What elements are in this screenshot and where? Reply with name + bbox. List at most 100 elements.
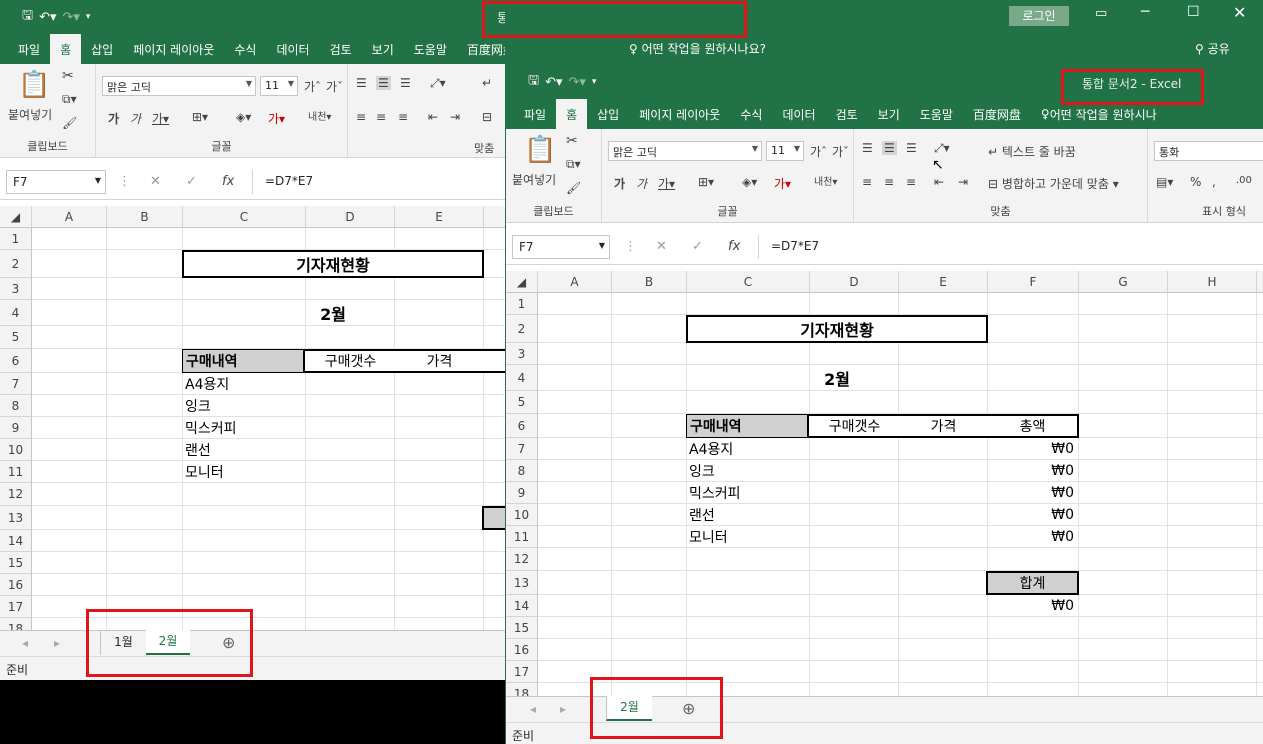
bold-icon[interactable]: 가 — [108, 110, 119, 127]
format-painter-icon[interactable]: 🖌 — [62, 116, 77, 130]
header-count[interactable]: 구매갯수 — [810, 415, 899, 437]
wrap-text-button[interactable]: ↵ 텍스트 줄 바꿈 — [988, 143, 1076, 160]
row-header[interactable]: 16 — [0, 574, 32, 596]
fill-color-icon[interactable]: ◈▾ — [236, 110, 251, 124]
col-header-g[interactable]: G — [1079, 271, 1168, 293]
item-cell[interactable]: A4용지 — [185, 373, 229, 395]
row-header[interactable]: 18 — [0, 618, 32, 630]
row-header[interactable]: 3 — [506, 343, 538, 365]
col-header-d[interactable]: D — [306, 206, 395, 228]
undo-icon[interactable]: ↶▾ — [39, 10, 56, 25]
total-cell[interactable]: ₩0 — [988, 526, 1074, 548]
total-cell[interactable]: ₩0 — [988, 504, 1074, 526]
font-color-icon[interactable]: 가▾ — [774, 175, 791, 192]
tab-view[interactable]: 보기 — [362, 34, 404, 64]
col-header-f[interactable] — [484, 206, 505, 228]
total-cell[interactable]: ₩0 — [988, 438, 1074, 460]
save-icon[interactable]: 🖫 — [528, 71, 539, 93]
select-all[interactable]: ◢ — [0, 206, 32, 228]
row-header[interactable]: 4 — [0, 300, 32, 326]
scroll-left-icon[interactable]: ◂ — [22, 636, 28, 650]
wrap-text-icon[interactable]: ↵ — [482, 76, 492, 90]
col-header-c[interactable]: C — [183, 206, 306, 228]
row-header[interactable]: 7 — [0, 373, 32, 395]
header-purchase[interactable]: 구매내역 — [687, 415, 809, 437]
sum-cell-partial[interactable] — [482, 506, 505, 530]
total-cell[interactable]: ₩0 — [988, 482, 1074, 504]
align-right-icon[interactable]: ≡ — [398, 110, 408, 124]
enter-icon[interactable]: ✓ — [186, 174, 197, 189]
align-center-icon[interactable]: ≡ — [376, 110, 386, 124]
item-cell[interactable]: 믹스커피 — [185, 417, 237, 439]
row-header[interactable]: 11 — [506, 526, 538, 548]
header-total[interactable]: 총액 — [988, 415, 1077, 437]
row-header[interactable]: 6 — [0, 349, 32, 373]
header-purchase[interactable]: 구매내역 — [183, 350, 305, 372]
align-top-icon[interactable]: ☰ — [862, 141, 873, 155]
save-icon[interactable]: 🖫 — [22, 6, 33, 28]
sum-value[interactable]: ₩0 — [988, 595, 1074, 617]
bold-icon[interactable]: 가 — [614, 175, 625, 192]
item-cell[interactable]: A4용지 — [689, 438, 733, 460]
tab-help[interactable]: 도움말 — [404, 34, 457, 64]
redo-icon[interactable]: ↷▾ — [63, 10, 80, 25]
row-header[interactable]: 12 — [506, 548, 538, 571]
maximize-icon[interactable]: ☐ — [1187, 4, 1200, 20]
fill-color-icon[interactable]: ◈▾ — [742, 175, 757, 189]
font-name-dropdown[interactable]: 맑은 고딕 ▼ — [608, 141, 762, 161]
add-sheet-icon[interactable]: ⊕ — [222, 633, 235, 652]
underline-icon[interactable]: 가▾ — [658, 175, 675, 192]
row-header[interactable]: 17 — [0, 596, 32, 618]
row-header[interactable]: 16 — [506, 639, 538, 661]
shrink-font-icon[interactable]: 가ˇ — [326, 78, 343, 95]
redo-icon[interactable]: ↷▾ — [569, 75, 586, 90]
row-header[interactable]: 14 — [506, 595, 538, 617]
tab-help[interactable]: 도움말 — [910, 99, 963, 129]
select-all[interactable]: ◢ — [506, 271, 538, 293]
tab-baidu[interactable]: 百度网盘 — [963, 99, 1031, 129]
italic-icon[interactable]: 가 — [636, 175, 647, 192]
tab-data[interactable]: 데이터 — [266, 34, 319, 64]
formula-input[interactable]: =D7*E7 — [252, 170, 505, 194]
row-header[interactable]: 8 — [0, 395, 32, 417]
copy-icon[interactable]: ⧉▾ — [62, 92, 77, 107]
paste-icon[interactable]: 📋 — [18, 70, 50, 100]
comma-icon[interactable]: , — [1212, 175, 1216, 189]
paste-button[interactable]: 붙여넣기 — [512, 171, 556, 188]
align-top-icon[interactable]: ☰ — [356, 76, 367, 90]
row-header[interactable]: 15 — [506, 617, 538, 639]
font-size-dropdown[interactable]: 11 ▼ — [766, 141, 804, 161]
row-header[interactable]: 5 — [0, 326, 32, 349]
tell-me-box[interactable]: ♀ 어떤 작업을 원하시나 — [1031, 99, 1167, 129]
name-box[interactable]: F7 ▼ — [6, 170, 106, 194]
sheet-tab-feb[interactable]: 2월 — [606, 696, 652, 721]
formula-input[interactable]: =D7*E7 — [758, 235, 1263, 259]
item-cell[interactable]: 믹스커피 — [689, 482, 741, 504]
font-size-dropdown[interactable]: 11 ▼ — [260, 76, 298, 96]
row-header[interactable]: 7 — [506, 438, 538, 460]
orientation-icon[interactable]: ⤢▾ — [934, 141, 950, 156]
row-header[interactable]: 12 — [0, 483, 32, 506]
paste-button[interactable]: 붙여넣기 — [8, 106, 52, 123]
align-center-icon[interactable]: ≡ — [884, 175, 894, 189]
format-painter-icon[interactable]: 🖌 — [566, 181, 581, 195]
number-format-dropdown[interactable]: 통화 — [1154, 141, 1263, 161]
align-bottom-icon[interactable]: ☰ — [400, 76, 411, 90]
cut-icon[interactable]: ✂ — [62, 68, 74, 84]
row-header[interactable]: 10 — [506, 504, 538, 526]
decrease-indent-icon[interactable]: ⇤ — [428, 110, 438, 124]
row-header[interactable]: 4 — [506, 365, 538, 391]
row-header[interactable]: 9 — [506, 482, 538, 504]
scroll-right-icon[interactable]: ▸ — [54, 636, 60, 650]
row-header[interactable]: 11 — [0, 461, 32, 483]
row-header[interactable]: 5 — [506, 391, 538, 414]
tab-file[interactable]: 파일 — [506, 99, 556, 129]
tab-home[interactable]: 홈 — [50, 34, 82, 64]
row-header[interactable]: 8 — [506, 460, 538, 482]
item-cell[interactable]: 랜선 — [689, 504, 715, 526]
ribbon-display-icon[interactable]: ▭ — [1095, 6, 1107, 21]
align-middle-icon[interactable]: ☰ — [376, 76, 391, 90]
align-left-icon[interactable]: ≡ — [356, 110, 366, 124]
paste-icon[interactable]: 📋 — [524, 135, 556, 165]
customize-icon[interactable]: ▾ — [592, 77, 597, 87]
